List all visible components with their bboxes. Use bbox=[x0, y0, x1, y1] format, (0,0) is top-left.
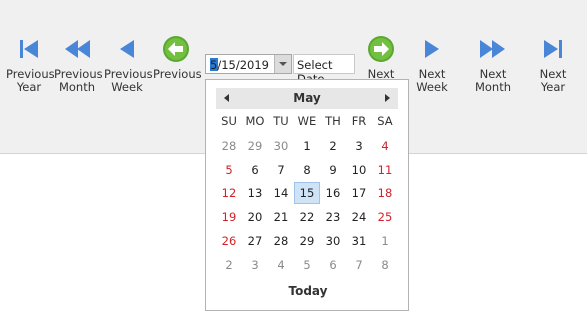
today-button[interactable]: Today bbox=[206, 284, 410, 298]
weekday-header: SU bbox=[221, 114, 237, 128]
calendar-day-other-month[interactable]: 1 bbox=[372, 230, 398, 252]
previous-button[interactable]: Previous bbox=[153, 34, 202, 81]
calendar-day-other-month[interactable]: 2 bbox=[216, 254, 242, 276]
calendar-day[interactable]: 15 bbox=[294, 182, 320, 204]
calendar-popup: May Today SU MO TU WE TH FR SA 28 29 30 1 2 3 4 5 6 7 8 9 1… bbox=[205, 79, 409, 311]
weekday-header: SA bbox=[377, 114, 393, 128]
next-month-arrow-icon[interactable] bbox=[385, 94, 390, 102]
calendar-day[interactable]: 11 bbox=[372, 159, 398, 181]
select-date-label: Select Date bbox=[293, 54, 355, 86]
last-page-icon bbox=[544, 40, 562, 58]
next-month-button[interactable]: Next Month bbox=[463, 34, 523, 94]
previous-label: Previous bbox=[153, 67, 202, 81]
previous-week-button[interactable]: Previous Week bbox=[104, 34, 153, 94]
calendar-day-other-month[interactable]: 5 bbox=[294, 254, 320, 276]
calendar-day-other-month[interactable]: 8 bbox=[372, 254, 398, 276]
calendar-day[interactable]: 29 bbox=[294, 230, 320, 252]
next-year-button[interactable]: Next Year bbox=[526, 34, 580, 94]
calendar-day-other-month[interactable]: 3 bbox=[242, 254, 268, 276]
forward-arrow-icon bbox=[368, 36, 394, 62]
weekday-header: TH bbox=[325, 114, 341, 128]
calendar-day[interactable]: 6 bbox=[242, 159, 268, 181]
calendar-day[interactable]: 23 bbox=[320, 206, 346, 228]
weekday-header: WE bbox=[297, 114, 317, 128]
next-week-button[interactable]: Next Week bbox=[403, 34, 461, 94]
calendar-day[interactable]: 13 bbox=[242, 182, 268, 204]
date-dropdown-button[interactable] bbox=[274, 55, 291, 73]
previous-month-button[interactable]: Previous Month bbox=[54, 34, 103, 94]
next-week-label: Next Week bbox=[416, 67, 448, 94]
calendar-day-other-month[interactable]: 4 bbox=[268, 254, 294, 276]
weekday-header: MO bbox=[245, 114, 265, 128]
calendar-day[interactable]: 16 bbox=[320, 182, 346, 204]
calendar-day[interactable]: 9 bbox=[320, 159, 346, 181]
calendar-day[interactable]: 21 bbox=[268, 206, 294, 228]
left-triangle-icon bbox=[120, 40, 134, 58]
calendar-day[interactable]: 10 bbox=[346, 159, 372, 181]
calendar-day[interactable]: 17 bbox=[346, 182, 372, 204]
calendar-day-other-month[interactable]: 30 bbox=[268, 135, 294, 157]
chevron-down-icon bbox=[279, 62, 287, 66]
date-edit-value: 5/15/2019 bbox=[210, 58, 269, 72]
calendar-day[interactable]: 4 bbox=[372, 135, 398, 157]
right-triangle-icon bbox=[425, 40, 439, 58]
date-edit[interactable]: 5/15/2019 bbox=[205, 54, 292, 74]
calendar-day-other-month[interactable]: 29 bbox=[242, 135, 268, 157]
calendar-day[interactable]: 1 bbox=[294, 135, 320, 157]
calendar-day[interactable]: 18 bbox=[372, 182, 398, 204]
calendar-day[interactable]: 12 bbox=[216, 182, 242, 204]
calendar-day[interactable]: 24 bbox=[346, 206, 372, 228]
calendar-day[interactable]: 8 bbox=[294, 159, 320, 181]
calendar-day[interactable]: 19 bbox=[216, 206, 242, 228]
calendar-day-other-month[interactable]: 7 bbox=[346, 254, 372, 276]
calendar-day[interactable]: 25 bbox=[372, 206, 398, 228]
calendar-month-label: May bbox=[293, 91, 321, 105]
calendar-day[interactable]: 27 bbox=[242, 230, 268, 252]
previous-year-button[interactable]: Previous Year bbox=[6, 34, 55, 94]
calendar-day[interactable]: 31 bbox=[346, 230, 372, 252]
calendar-day-other-month[interactable]: 6 bbox=[320, 254, 346, 276]
next-month-label: Next Month bbox=[474, 67, 512, 94]
previous-week-label: Previous Week bbox=[104, 67, 153, 94]
calendar-day[interactable]: 28 bbox=[268, 230, 294, 252]
back-arrow-icon bbox=[163, 36, 189, 62]
calendar-day[interactable]: 3 bbox=[346, 135, 372, 157]
weekday-header: FR bbox=[351, 114, 367, 128]
weekday-header: TU bbox=[273, 114, 289, 128]
first-page-icon bbox=[20, 40, 38, 58]
calendar-day[interactable]: 14 bbox=[268, 182, 294, 204]
calendar-day[interactable]: 20 bbox=[242, 206, 268, 228]
next-year-label: Next Year bbox=[539, 67, 567, 94]
calendar-header: May bbox=[216, 88, 398, 109]
double-right-icon bbox=[480, 40, 505, 58]
calendar-day[interactable]: 30 bbox=[320, 230, 346, 252]
calendar-day[interactable]: 22 bbox=[294, 206, 320, 228]
calendar-day-other-month[interactable]: 28 bbox=[216, 135, 242, 157]
previous-year-label: Previous Year bbox=[6, 67, 55, 94]
calendar-day[interactable]: 26 bbox=[216, 230, 242, 252]
calendar-day[interactable]: 5 bbox=[216, 159, 242, 181]
next-button[interactable]: Next bbox=[358, 34, 404, 81]
calendar-day[interactable]: 2 bbox=[320, 135, 346, 157]
previous-month-label: Previous Month bbox=[54, 67, 103, 94]
double-left-icon bbox=[65, 40, 90, 58]
calendar-day[interactable]: 7 bbox=[268, 159, 294, 181]
